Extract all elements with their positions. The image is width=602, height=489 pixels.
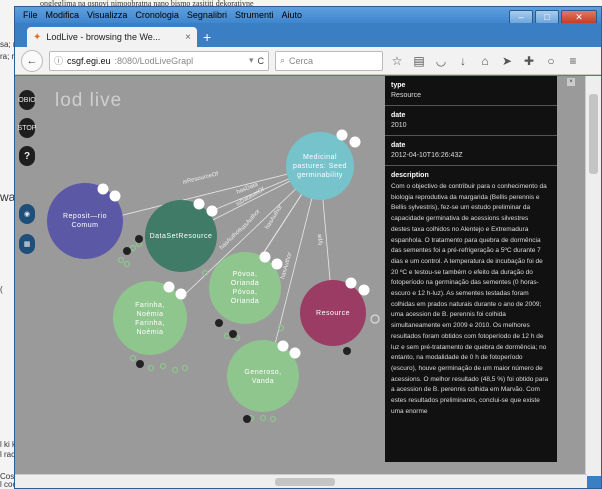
- node-action-icon: [349, 136, 361, 148]
- url-path: :8080/LodLiveGrapl: [114, 55, 194, 66]
- send-icon[interactable]: ➤: [499, 54, 515, 68]
- back-button[interactable]: ←: [21, 49, 43, 72]
- node-action-icon: [97, 183, 109, 195]
- node-action-icon: [277, 340, 289, 352]
- node-label-repositorio[interactable]: Reposit—rio Comum: [55, 211, 115, 231]
- info-value: 2012-04-10T16:26:43Z: [391, 152, 463, 159]
- menu-icon[interactable]: ≡: [565, 54, 581, 68]
- window-controls: – □ ✕: [509, 10, 597, 24]
- node-label-dataset[interactable]: DataSetResource: [147, 230, 215, 242]
- search-icon: ⌕: [280, 55, 286, 65]
- info-key: date: [391, 142, 406, 149]
- info-key: description: [391, 172, 429, 179]
- menu-aiuto[interactable]: Aiuto: [281, 10, 302, 20]
- home-icon[interactable]: ⌂: [477, 54, 493, 68]
- node-action-icon: [109, 190, 121, 202]
- tab-lodlive[interactable]: ✦ LodLive - browsing the We... ×: [27, 27, 197, 47]
- scroll-thumb[interactable]: [275, 478, 335, 486]
- new-tab-button[interactable]: +: [203, 29, 211, 45]
- site-info-icon[interactable]: ⓘ: [54, 54, 63, 67]
- node-action-icon: [289, 347, 301, 359]
- info-key: type: [391, 82, 406, 89]
- maximize-button[interactable]: □: [535, 10, 559, 24]
- reload-button[interactable]: C: [258, 56, 265, 66]
- horizontal-scrollbar[interactable]: [15, 474, 587, 488]
- menu-strumenti[interactable]: Strumenti: [235, 10, 274, 20]
- info-block-type: type Resource: [385, 76, 557, 106]
- pocket-icon[interactable]: ◡: [433, 54, 449, 68]
- node-action-icon: [193, 198, 205, 210]
- download-icon[interactable]: ↓: [455, 54, 471, 68]
- node-action-icon: [175, 288, 187, 300]
- chat-icon[interactable]: ○: [543, 54, 559, 68]
- reading-list-icon[interactable]: ▤: [411, 54, 427, 68]
- node-label-generoso[interactable]: Generoso, Vanda: [237, 368, 289, 386]
- background-fragment: l rac: [0, 450, 16, 459]
- close-tab-icon[interactable]: ×: [185, 32, 191, 43]
- edge-label: type: [317, 233, 324, 246]
- info-block-date: date 2010: [385, 106, 557, 136]
- info-description: Com o objectivo de contribuir para o con…: [391, 183, 549, 415]
- url-host: csgf.egi.eu: [67, 55, 111, 66]
- menu-visualizza[interactable]: Visualizza: [87, 10, 127, 20]
- background-fragment: (: [0, 285, 3, 294]
- background-fragment: ra; r: [0, 52, 15, 61]
- menu-file[interactable]: File: [23, 10, 38, 20]
- vertical-scrollbar[interactable]: [585, 76, 601, 476]
- menu-modifica[interactable]: Modifica: [46, 10, 80, 20]
- tab-title: LodLive - browsing the We...: [46, 32, 161, 42]
- search-placeholder: Cerca: [289, 55, 314, 66]
- star-icon[interactable]: ☆: [389, 54, 405, 68]
- info-value: Resource: [391, 92, 421, 99]
- extension-icon[interactable]: ✚: [521, 54, 537, 68]
- browser-window: File Modifica Visualizza Cronologia Segn…: [14, 6, 602, 489]
- node-action-icon: [358, 284, 370, 296]
- node-label-resource[interactable]: Resource: [307, 307, 359, 319]
- node-label-farinha[interactable]: Farinha, Noémia Farinha, Noémia: [123, 302, 177, 336]
- favicon-icon: ✦: [33, 31, 42, 43]
- url-bar[interactable]: ⓘ csgf.egi.eu:8080/LodLiveGrapl ▾ C: [49, 50, 269, 71]
- tab-strip: ✦ LodLive - browsing the We... × +: [15, 23, 601, 47]
- lodlive-canvas[interactable]: lod live OBIO STOP ? ◉ ▦ Medicinal pastu…: [15, 76, 587, 476]
- menu-cronologia[interactable]: Cronologia: [135, 10, 179, 20]
- info-block-description: description Com o objectivo de contribui…: [385, 166, 557, 423]
- info-block-date: date 2012-04-10T16:26:43Z: [385, 136, 557, 166]
- node-action-icon: [345, 277, 357, 289]
- menu-segnalibri[interactable]: Segnalibri: [187, 10, 227, 20]
- navigation-bar: ← ⓘ csgf.egi.eu:8080/LodLiveGrapl ▾ C ⌕ …: [15, 47, 601, 75]
- minimize-button[interactable]: –: [509, 10, 533, 24]
- node-action-icon: [259, 251, 271, 263]
- node-label-povoa[interactable]: Póvoa, Orianda Póvoa, Orianda: [219, 271, 271, 305]
- info-key: date: [391, 112, 406, 119]
- node-action-icon: [163, 281, 175, 293]
- close-window-button[interactable]: ✕: [561, 10, 597, 24]
- node-label-medicinal[interactable]: Medicinal pastures: Seed germinability: [290, 146, 350, 186]
- node-action-icon: [271, 258, 283, 270]
- node-action-icon: [336, 129, 348, 141]
- panel-close-icon[interactable]: ×: [567, 78, 575, 86]
- scroll-thumb[interactable]: [589, 94, 598, 174]
- info-value: 2010: [391, 122, 407, 129]
- search-bar[interactable]: ⌕ Cerca: [275, 50, 383, 71]
- node-action-icon: [206, 205, 218, 217]
- dropdown-icon[interactable]: ▾: [249, 55, 254, 66]
- resource-info-panel: type Resource date 2010 date 2012-04-10T…: [385, 76, 557, 462]
